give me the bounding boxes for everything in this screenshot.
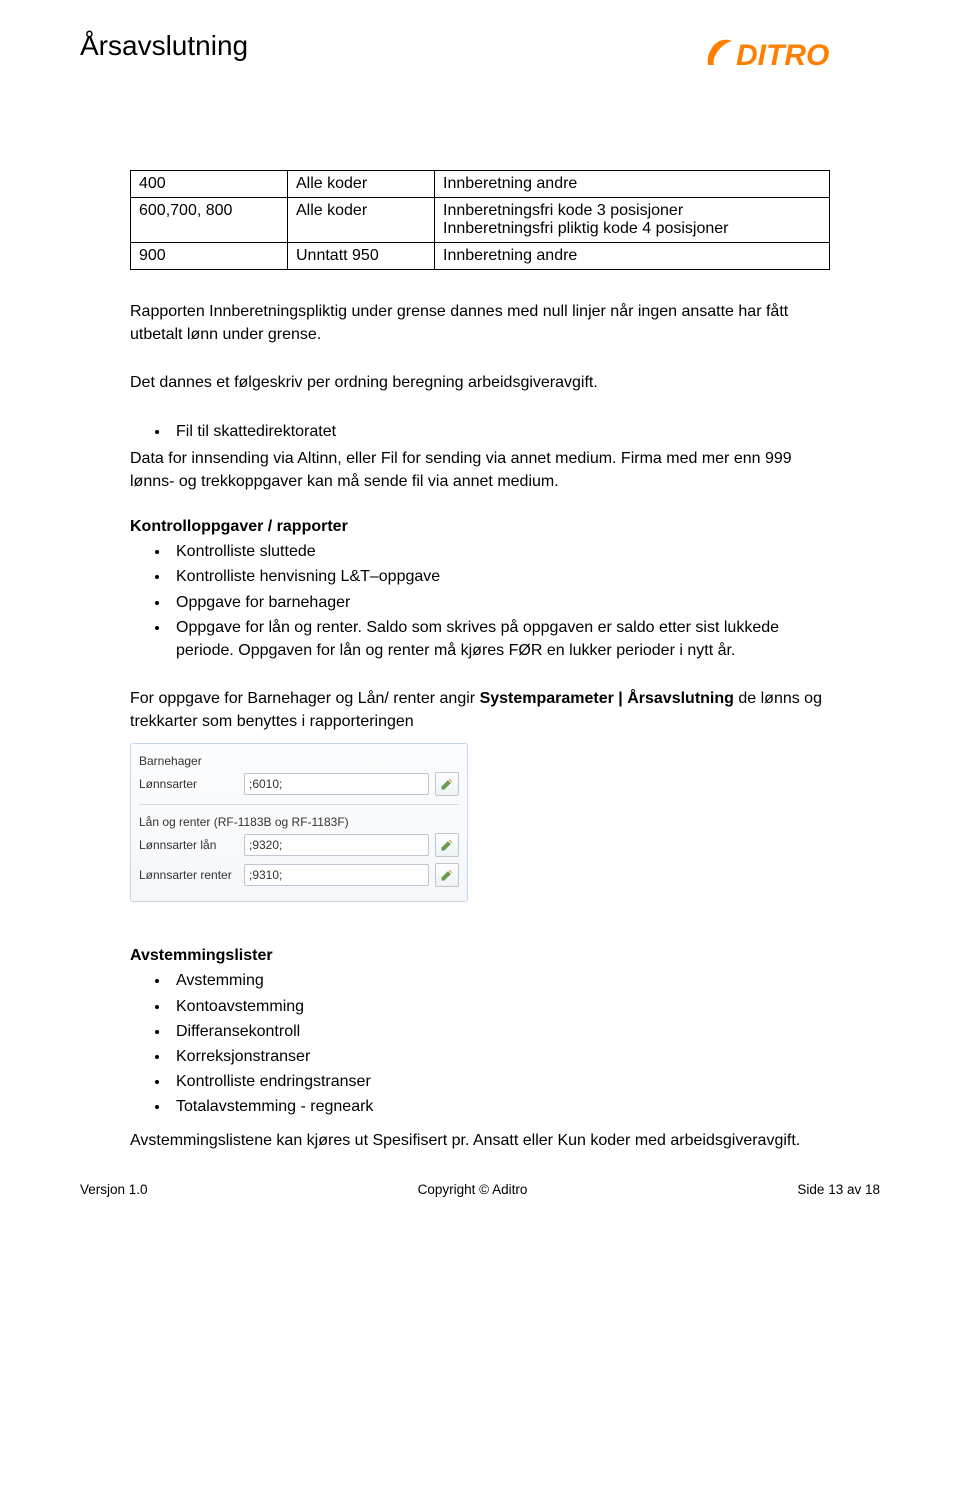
field-label: Lønnsarter lån (139, 838, 244, 852)
list-item: Avstemming (170, 969, 830, 992)
list-item: Kontrolliste henvisning L&T–oppgave (170, 565, 830, 588)
field-label: Lønnsarter renter (139, 868, 244, 882)
list-item: Totalavstemming - regneark (170, 1095, 830, 1118)
paragraph: Data for innsending via Altinn, eller Fi… (130, 447, 830, 493)
cell: Innberetningsfri kode 3 posisjoner Innbe… (435, 198, 830, 243)
list-item: Oppgave for barnehager (170, 591, 830, 614)
group-label-lan: Lån og renter (RF-1183B og RF-1183F) (139, 815, 459, 829)
logo-aditro: DITRO (700, 35, 880, 80)
paragraph: Rapporten Innberetningspliktig under gre… (130, 300, 830, 346)
heading-avstem: Avstemmingslister (130, 947, 830, 965)
cell: Alle koder (288, 198, 435, 243)
page-title: Årsavslutning (80, 30, 248, 62)
list-item: Kontrolliste endringstranser (170, 1070, 830, 1093)
cell: Unntatt 950 (288, 243, 435, 270)
edit-icon (440, 868, 454, 882)
paragraph: Det dannes et følgeskriv per ordning ber… (130, 371, 830, 394)
cell: Alle koder (288, 171, 435, 198)
form-panel: Barnehager Lønnsarter Lån og renter (RF-… (130, 743, 468, 902)
svg-text:DITRO: DITRO (736, 39, 829, 72)
cell: Innberetning andre (435, 243, 830, 270)
footer-page: Side 13 av 18 (797, 1182, 880, 1197)
group-label-barnehager: Barnehager (139, 754, 459, 768)
field-label: Lønnsarter (139, 777, 244, 791)
list-item: Oppgave for lån og renter. Saldo som skr… (170, 616, 830, 662)
list-item: Kontoavstemming (170, 995, 830, 1018)
footer-version: Versjon 1.0 (80, 1182, 148, 1197)
cell: 900 (131, 243, 288, 270)
list-item: Korreksjonstranser (170, 1045, 830, 1068)
cell: 400 (131, 171, 288, 198)
list-item: Differansekontroll (170, 1020, 830, 1043)
lonnsarter-lan-input[interactable] (244, 834, 429, 856)
edit-icon (440, 777, 454, 791)
edit-icon (440, 838, 454, 852)
edit-button[interactable] (435, 863, 459, 887)
table-row: 900 Unntatt 950 Innberetning andre (131, 243, 830, 270)
footer-copyright: Copyright © Aditro (418, 1182, 528, 1197)
codes-table: 400 Alle koder Innberetning andre 600,70… (130, 170, 830, 270)
paragraph: Avstemmingslistene kan kjøres ut Spesifi… (130, 1129, 830, 1152)
paragraph-systemparameter: For oppgave for Barnehager og Lån/ rente… (130, 687, 830, 733)
list-item: Fil til skattedirektoratet (170, 420, 830, 443)
list-item: Kontrolliste sluttede (170, 540, 830, 563)
heading-kontroll: Kontrolloppgaver / rapporter (130, 518, 830, 536)
lonnsarter-input[interactable] (244, 773, 429, 795)
cell: 600,700, 800 (131, 198, 288, 243)
table-row: 400 Alle koder Innberetning andre (131, 171, 830, 198)
cell: Innberetning andre (435, 171, 830, 198)
table-row: 600,700, 800 Alle koder Innberetningsfri… (131, 198, 830, 243)
text: For oppgave for Barnehager og Lån/ rente… (130, 690, 480, 707)
edit-button[interactable] (435, 772, 459, 796)
edit-button[interactable] (435, 833, 459, 857)
text-bold: Systemparameter | Årsavslutning (480, 690, 734, 707)
lonnsarter-renter-input[interactable] (244, 864, 429, 886)
